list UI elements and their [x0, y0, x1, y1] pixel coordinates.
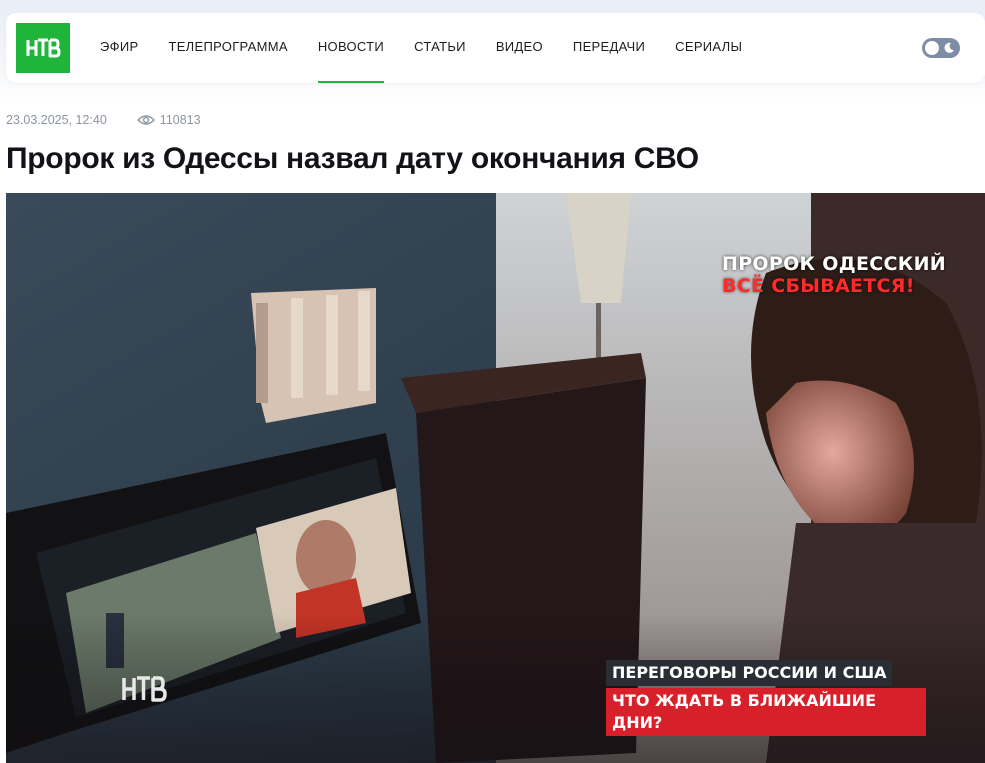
views-counter: 110813 — [136, 113, 201, 127]
nav-item-stati[interactable]: СТАТЬИ — [414, 13, 466, 83]
moon-icon — [944, 42, 954, 53]
toggle-knob — [925, 41, 939, 55]
ntv-watermark-icon — [122, 676, 167, 702]
theme-toggle[interactable] — [922, 38, 960, 58]
main-nav: ЭФИР ТЕЛЕПРОГРАММА НОВОСТИ СТАТЬИ ВИДЕО … — [100, 13, 772, 83]
article-meta: 23.03.2025, 12:40 110813 — [6, 112, 201, 128]
nav-item-peredachi[interactable]: ПЕРЕДАЧИ — [573, 13, 645, 83]
nav-item-efir[interactable]: ЭФИР — [100, 13, 138, 83]
article-title: Пророк из Одессы назвал дату окончания С… — [6, 142, 699, 175]
caption-bottom-line1: ПЕРЕГОВОРЫ РОССИИ И США — [606, 660, 893, 686]
nav-item-novosti[interactable]: НОВОСТИ — [317, 13, 385, 83]
eye-icon — [136, 115, 155, 125]
nav-item-video[interactable]: ВИДЕО — [496, 13, 543, 83]
article-hero-image[interactable]: ПРОРОК ОДЕССКИЙ ВСЁ СБЫВАЕТСЯ! ПЕРЕГОВОР… — [6, 193, 985, 763]
ntv-logo-icon — [26, 38, 61, 58]
views-count: 110813 — [159, 113, 201, 127]
ntv-logo[interactable] — [16, 23, 70, 73]
site-header: ЭФИР ТЕЛЕПРОГРАММА НОВОСТИ СТАТЬИ ВИДЕО … — [6, 13, 985, 83]
caption-top-line2: ВСЁ СБЫВАЕТСЯ! — [722, 275, 915, 297]
hero-caption-top: ПРОРОК ОДЕССКИЙ ВСЁ СБЫВАЕТСЯ! — [722, 253, 946, 297]
caption-top-line1: ПРОРОК ОДЕССКИЙ — [722, 253, 946, 275]
article-date: 23.03.2025, 12:40 — [6, 113, 107, 127]
caption-bottom-line2: ЧТО ЖДАТЬ В БЛИЖАЙШИЕ ДНИ? — [606, 688, 926, 736]
nav-item-teleprogramma[interactable]: ТЕЛЕПРОГРАММА — [168, 13, 287, 83]
nav-item-serialy[interactable]: СЕРИАЛЫ — [675, 13, 742, 83]
hero-caption-bottom: ПЕРЕГОВОРЫ РОССИИ И США ЧТО ЖДАТЬ В БЛИЖ… — [606, 660, 926, 736]
